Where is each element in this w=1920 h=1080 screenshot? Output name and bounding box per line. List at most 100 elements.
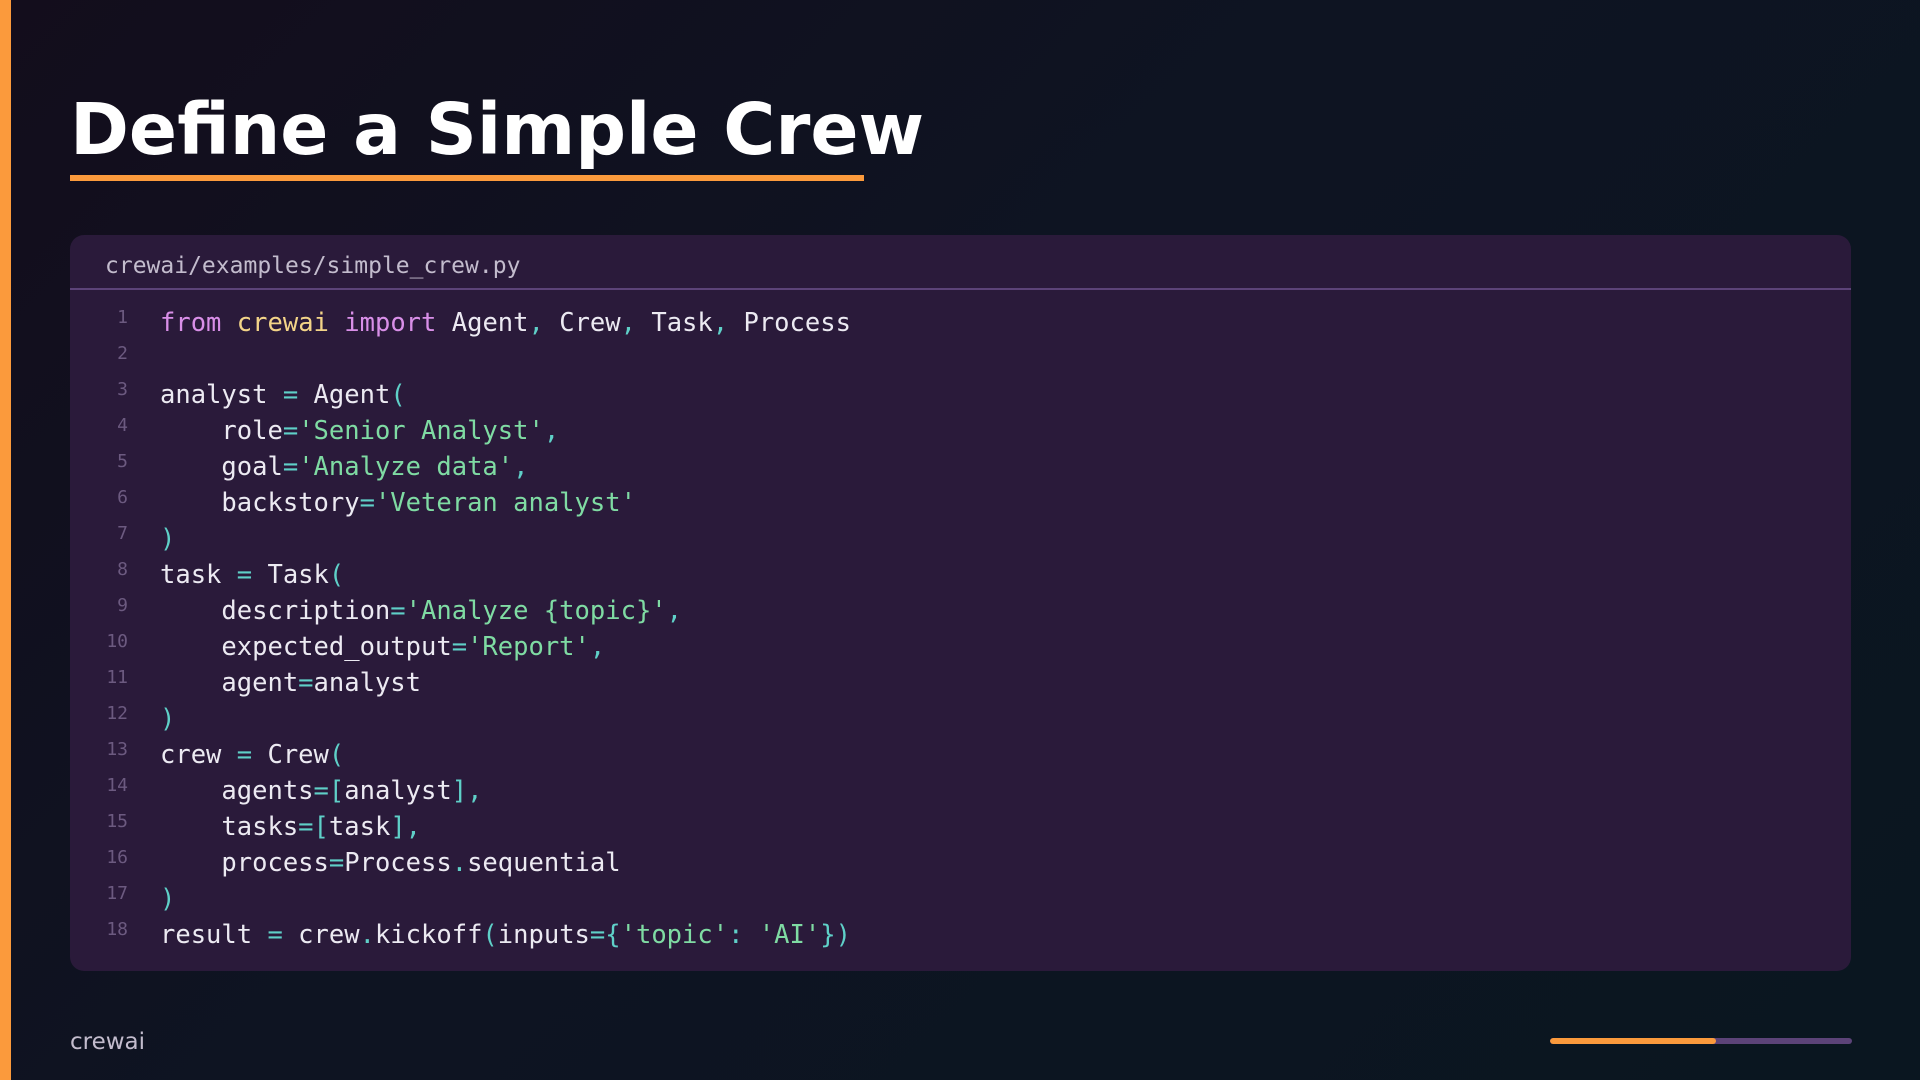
- code-token: analyst: [313, 668, 421, 698]
- code-token: ,: [513, 452, 529, 482]
- code-line: 14 agents=[analyst],: [70, 776, 1851, 812]
- code-token: ,: [589, 632, 606, 662]
- code-token: Task: [636, 308, 713, 338]
- code-token: sequential: [467, 848, 621, 878]
- code-token: agent: [160, 668, 299, 698]
- code-token: =: [236, 740, 253, 770]
- code-token: 'Analyze data': [298, 452, 514, 482]
- code-line: 8 task = Task(: [70, 560, 1851, 596]
- code-text: from crewai import Agent, Crew, Task, Pr…: [160, 308, 851, 338]
- line-number: 17: [106, 883, 128, 904]
- line-number: 12: [106, 703, 128, 724]
- line-number: 13: [106, 739, 128, 760]
- code-token: tasks: [160, 812, 299, 842]
- code-token: =: [236, 560, 253, 590]
- code-token: ,: [620, 308, 636, 338]
- code-token: crewai: [236, 308, 329, 338]
- code-token: Process: [344, 848, 452, 878]
- code-token: 'topic': [620, 920, 729, 950]
- code-token: crew: [160, 740, 237, 770]
- code-text: ): [160, 524, 175, 554]
- code-line: 6 backstory='Veteran analyst': [70, 488, 1851, 524]
- code-token: =: [451, 632, 468, 662]
- code-token: (: [482, 920, 498, 950]
- code-token: ): [160, 884, 176, 914]
- code-text: crew = Crew(: [160, 740, 344, 770]
- code-line: 16 process=Process.sequential: [70, 848, 1851, 884]
- code-block-header: crewai/examples/simple_crew.py: [70, 235, 1851, 290]
- code-token: goal: [160, 452, 283, 482]
- code-line: 4 role='Senior Analyst',: [70, 416, 1851, 452]
- code-token: result: [160, 920, 268, 950]
- code-token: =: [282, 452, 299, 482]
- code-token: =: [267, 920, 283, 950]
- line-number: 4: [117, 415, 128, 436]
- code-token: 'Veteran analyst': [374, 488, 636, 518]
- code-token: backstory: [160, 488, 360, 518]
- line-number: 3: [117, 379, 128, 400]
- line-number: 16: [106, 847, 128, 868]
- line-number: 18: [106, 919, 128, 940]
- line-number: 6: [117, 487, 128, 508]
- code-text: result = crew.kickoff(inputs={'topic': '…: [160, 920, 851, 950]
- code-line: 7): [70, 524, 1851, 560]
- code-token: task: [160, 560, 237, 590]
- code-token: task: [328, 812, 391, 842]
- code-token: (: [390, 380, 406, 410]
- code-line: 9 description='Analyze {topic}',: [70, 596, 1851, 632]
- code-line: 3 analyst = Agent(: [70, 380, 1851, 416]
- code-token: ,: [666, 596, 683, 626]
- code-token: 'Report': [467, 632, 590, 662]
- code-token: (: [328, 560, 345, 590]
- code-token: 'Analyze {topic}': [405, 596, 667, 626]
- code-block: crewai/examples/simple_crew.py 1 from cre…: [70, 235, 1851, 971]
- code-token: expected_output: [160, 632, 452, 662]
- code-line: 11 agent=analyst: [70, 668, 1851, 704]
- code-token: ,: [528, 308, 544, 338]
- code-line: 12): [70, 704, 1851, 740]
- code-token: =[: [298, 812, 329, 842]
- code-token: =[: [313, 776, 345, 806]
- code-token: 'Senior Analyst': [298, 416, 544, 446]
- code-text: ): [160, 884, 175, 914]
- code-line: 13 crew = Crew(: [70, 740, 1851, 776]
- code-token: analyst: [160, 380, 283, 410]
- code-token: ,: [543, 416, 560, 446]
- code-token: =: [282, 416, 299, 446]
- code-token: kickoff: [374, 920, 483, 950]
- code-token: ): [160, 524, 176, 554]
- code-token: }): [820, 920, 851, 950]
- code-text: tasks=[task],: [160, 812, 421, 842]
- code-token: Crew: [252, 740, 329, 770]
- line-number: 10: [106, 631, 128, 652]
- line-number: 2: [117, 343, 128, 364]
- code-token: ],: [451, 776, 483, 806]
- line-number: 5: [117, 451, 128, 472]
- code-token: inputs: [497, 920, 590, 950]
- code-text: expected_output='Report',: [160, 632, 605, 662]
- code-token: crew: [282, 920, 360, 950]
- code-text: description='Analyze {topic}',: [160, 596, 682, 626]
- code-text: ): [160, 704, 175, 734]
- footer-brand: crewai: [70, 1029, 146, 1055]
- line-number: 9: [117, 595, 128, 616]
- line-number: 1: [117, 307, 128, 328]
- code-token: =: [390, 596, 406, 626]
- code-token: ,: [712, 308, 729, 338]
- code-text: agent=analyst: [160, 668, 421, 698]
- code-text: analyst = Agent(: [160, 380, 406, 410]
- code-token: agents: [160, 776, 314, 806]
- line-number: 8: [117, 559, 128, 580]
- file-path-label: crewai/examples/simple_crew.py: [105, 253, 521, 279]
- code-text: agents=[analyst],: [160, 776, 482, 806]
- code-token: (: [328, 740, 345, 770]
- line-number: 11: [106, 667, 128, 688]
- code-token: Task: [252, 560, 329, 590]
- line-number: 7: [117, 523, 128, 544]
- code-token: =: [282, 380, 299, 410]
- code-text: role='Senior Analyst',: [160, 416, 559, 446]
- code-line: 5 goal='Analyze data',: [70, 452, 1851, 488]
- code-token: ],: [390, 812, 422, 842]
